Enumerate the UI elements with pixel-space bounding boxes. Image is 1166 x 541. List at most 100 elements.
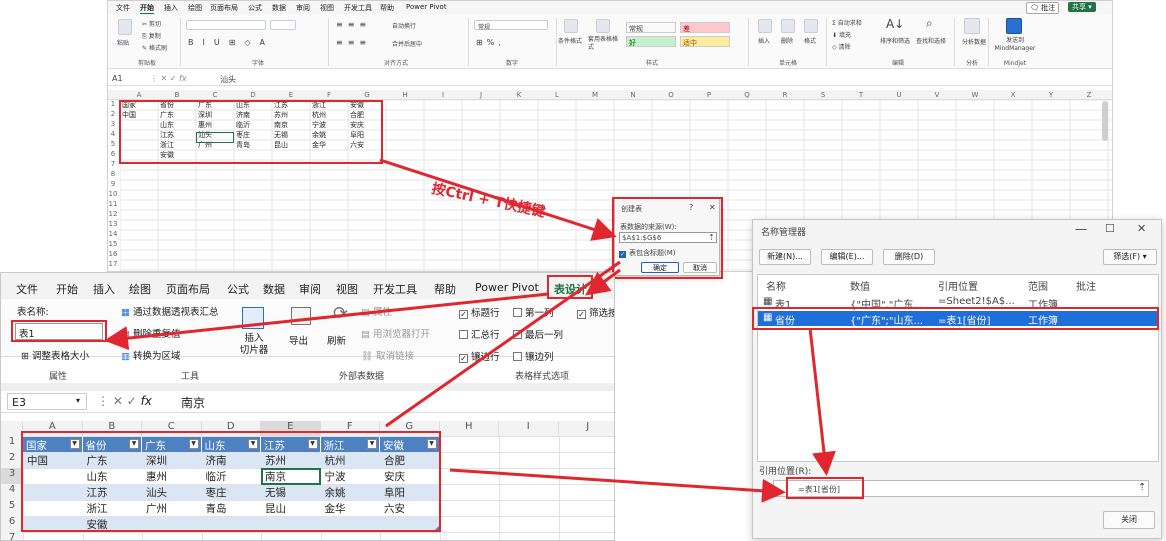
bottom-formula-input[interactable]: 南京 [181,394,205,411]
tab-developer[interactable]: 开发工具 [373,281,417,297]
cut-button[interactable]: ✂ 剪切 [142,19,161,28]
row-header-1[interactable]: 1 [1,436,23,452]
share-button[interactable]: 共享 ▾ [1068,2,1096,12]
number-format-select[interactable]: 常规 [474,20,548,31]
top-col-header-W[interactable]: W [956,91,994,99]
opt-last-column[interactable]: 最后一列 [513,327,563,341]
top-row-header-1[interactable]: 1 [108,100,118,108]
col-header-H[interactable]: H [439,421,499,436]
collapse-ref-icon[interactable]: ⇡ [1138,482,1146,493]
conditional-format-icon[interactable] [564,19,578,33]
close-button[interactable]: 关闭 [1103,511,1155,529]
menu-page-layout[interactable]: 页面布局 [210,3,238,13]
tab-data[interactable]: 数据 [263,281,285,297]
col-header-I[interactable]: I [499,421,559,436]
align-bottom-buttons[interactable]: ≡≡≡ [336,38,371,47]
format-as-table-icon[interactable] [596,19,610,33]
remove-duplicates-button[interactable]: ▤ 删除重复值 [121,326,181,340]
menu-formulas[interactable]: 公式 [248,3,262,13]
font-size-select[interactable] [270,20,296,30]
menu-data[interactable]: 数据 [272,3,286,13]
tab-file[interactable]: 文件 [16,281,38,297]
top-row-header-12[interactable]: 12 [108,210,118,218]
format-cells-icon[interactable] [804,19,818,33]
top-col-header-H[interactable]: H [386,91,424,99]
top-col-header-B[interactable]: B [158,91,196,99]
align-top-buttons[interactable]: ≡≡≡ [336,20,371,29]
clear-button[interactable]: ◇ 清除 [832,42,851,51]
minimize-icon[interactable]: — [1075,222,1087,236]
top-name-box[interactable]: A1 [112,74,123,83]
opt-header-row[interactable]: ✓ 标题行 [459,305,500,319]
top-formula-input[interactable]: 汕头 [220,74,236,85]
tab-formulas[interactable]: 公式 [227,281,249,297]
menu-home[interactable]: 开始 [140,3,154,14]
refresh-icon[interactable]: ⟳ [333,303,348,324]
opt-total-row[interactable]: 汇总行 [459,327,500,341]
wrap-text-button[interactable]: 自动换行 [392,21,416,30]
top-col-header-C[interactable]: C [196,91,234,99]
style-neutral[interactable]: 适中 [680,36,730,47]
pivot-summarize-button[interactable]: ▦ 通过数据透视表汇总 [121,304,219,318]
tab-home[interactable]: 开始 [56,281,78,297]
top-row-header-4[interactable]: 4 [108,130,118,138]
tab-review[interactable]: 审阅 [299,281,321,297]
tab-page-layout[interactable]: 页面布局 [166,281,210,297]
properties-button[interactable]: ▤ 属性 [361,304,392,318]
slicer-icon[interactable] [242,307,264,329]
menu-draw[interactable]: 绘图 [188,3,202,13]
menu-view[interactable]: 视图 [320,3,334,13]
comment-button[interactable]: 🗨 批注 [1026,2,1060,14]
top-row-header-13[interactable]: 13 [108,220,118,228]
menu-review[interactable]: 审阅 [296,3,310,13]
opt-first-column[interactable]: 第一列 [513,305,554,319]
maximize-icon[interactable]: ☐ [1105,222,1115,235]
open-browser-button[interactable]: ▤ 用浏览器打开 [361,326,430,340]
top-col-header-N[interactable]: N [614,91,652,99]
tab-view[interactable]: 视图 [336,281,358,297]
number-buttons[interactable]: ⊞%, [476,38,505,47]
menu-insert[interactable]: 插入 [164,3,178,13]
delete-cells-icon[interactable] [781,19,795,33]
find-select-button[interactable]: 查找和选择 [916,36,946,45]
top-row-header-3[interactable]: 3 [108,120,118,128]
menu-file[interactable]: 文件 [116,3,130,13]
analyze-data-icon[interactable] [964,18,980,34]
copy-button[interactable]: ⎘ 复制 [142,31,161,41]
style-good[interactable]: 好 [626,36,676,47]
top-col-header-T[interactable]: T [842,91,880,99]
top-col-header-O[interactable]: O [652,91,690,99]
top-col-header-A[interactable]: A [120,91,158,99]
top-col-header-I[interactable]: I [424,91,462,99]
mindmanager-icon[interactable] [1006,18,1022,34]
top-col-header-K[interactable]: K [500,91,538,99]
top-col-header-M[interactable]: M [576,91,614,99]
font-style-buttons[interactable]: BIU⊞◇A [188,38,274,47]
export-icon[interactable] [291,307,311,325]
new-name-button[interactable]: 新建(N)... [759,249,811,265]
menu-help[interactable]: 帮助 [380,3,394,13]
top-col-header-U[interactable]: U [880,91,918,99]
top-vertical-scrollbar[interactable] [1102,101,1108,141]
edit-name-button[interactable]: 编辑(E)... [821,249,873,265]
tab-draw[interactable]: 绘图 [129,281,151,297]
top-row-header-2[interactable]: 2 [108,110,118,118]
fill-button[interactable]: ⬇ 填充 [832,30,851,39]
convert-range-button[interactable]: ▥ 转换为区域 [121,348,181,362]
top-row-header-5[interactable]: 5 [108,140,118,148]
opt-banded-rows[interactable]: ✓ 镶边行 [459,349,500,363]
top-row-header-15[interactable]: 15 [108,240,118,248]
col-header-J[interactable]: J [558,421,614,436]
top-col-header-X[interactable]: X [994,91,1032,99]
top-row-header-11[interactable]: 11 [108,200,118,208]
top-col-header-J[interactable]: J [462,91,500,99]
style-normal[interactable]: 常规 [626,22,676,33]
merge-center-button[interactable]: 合并后居中 [392,39,422,48]
top-row-header-14[interactable]: 14 [108,230,118,238]
format-painter-button[interactable]: ✎ 格式刷 [142,43,167,52]
font-family-select[interactable] [186,20,266,30]
resize-table-button[interactable]: ⊞ 调整表格大小 [21,348,89,362]
sort-filter-button[interactable]: 排序和筛选 [880,36,910,45]
close-icon[interactable]: ✕ [1137,222,1146,235]
delete-name-button[interactable]: 删除(D) [883,249,935,265]
